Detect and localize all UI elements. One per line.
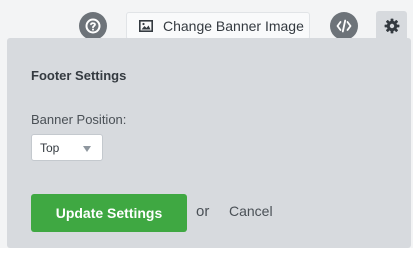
change-banner-image-label: Change Banner Image (163, 18, 304, 34)
footer-settings-panel: Footer Settings Banner Position: Top Upd… (7, 38, 411, 248)
banner-position-label: Banner Position: (31, 112, 127, 127)
page: Change Banner Image Footer Settings Bann… (0, 0, 413, 268)
panel-title: Footer Settings (31, 68, 127, 83)
change-banner-image-button[interactable]: Change Banner Image (126, 12, 310, 40)
chevron-down-icon (83, 146, 91, 152)
banner-position-value: Top (40, 140, 60, 155)
gear-icon (384, 18, 399, 33)
code-icon (336, 19, 352, 33)
or-text: or (196, 203, 210, 220)
settings-button[interactable] (376, 11, 407, 40)
help-button[interactable] (79, 12, 107, 40)
image-icon (139, 20, 153, 32)
code-button[interactable] (330, 12, 358, 40)
update-settings-button[interactable]: Update Settings (31, 194, 187, 232)
cancel-link[interactable]: Cancel (229, 203, 273, 219)
question-circle-icon (85, 18, 101, 34)
bottom-strip (0, 248, 413, 268)
banner-position-select[interactable]: Top (31, 134, 103, 161)
